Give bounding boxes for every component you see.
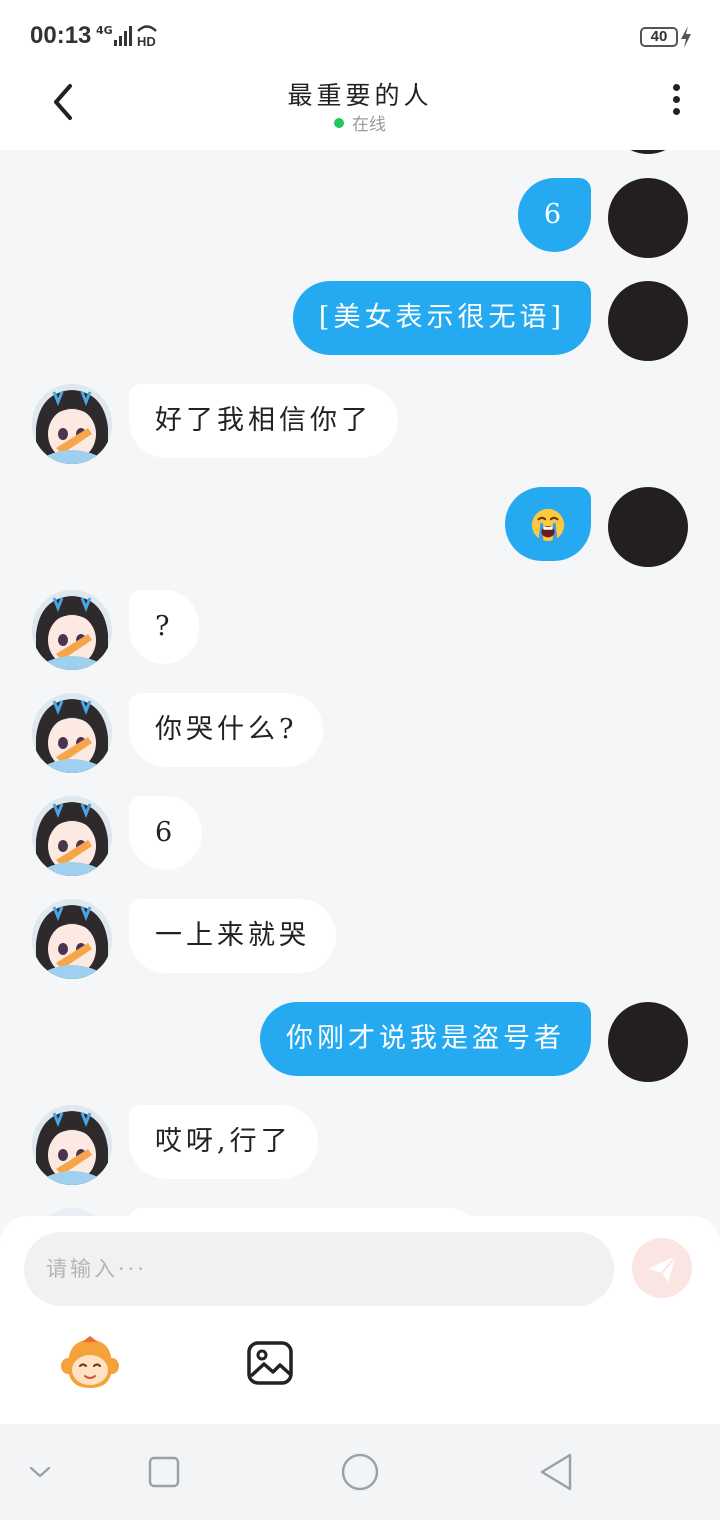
- contact-name: 最重要的人: [287, 81, 433, 110]
- online-dot-icon: [334, 118, 344, 128]
- status-bar: 00:13 4G HD 40: [0, 0, 720, 70]
- message-bubble-outgoing[interactable]: 6: [517, 178, 591, 252]
- contact-avatar[interactable]: [32, 384, 112, 464]
- my-avatar[interactable]: [608, 281, 688, 361]
- online-status-label: 在线: [352, 115, 386, 135]
- my-avatar[interactable]: [608, 1002, 688, 1082]
- my-avatar[interactable]: [608, 487, 688, 567]
- charging-icon: [681, 26, 691, 48]
- collapse-icon[interactable]: [28, 1460, 52, 1484]
- monkey-emoji-icon[interactable]: [60, 1336, 120, 1390]
- message-bubble-partial: [129, 1208, 484, 1216]
- crying-emoji-icon: [531, 508, 565, 543]
- status-time: 00:13: [30, 22, 92, 49]
- nav-back-icon[interactable]: [538, 1452, 574, 1492]
- svg-text:HD: HD: [137, 34, 156, 48]
- online-status: 在线: [0, 110, 720, 135]
- contact-avatar[interactable]: [32, 899, 112, 979]
- recent-apps-icon[interactable]: [148, 1456, 180, 1488]
- send-icon: [648, 1255, 677, 1282]
- contact-avatar[interactable]: [32, 693, 112, 773]
- chat-header: 最重要的人 在线: [0, 70, 720, 150]
- hd-call-icon: HD: [137, 25, 157, 48]
- message-bubble-outgoing[interactable]: 你刚才说我是盗号者: [260, 1002, 591, 1076]
- battery-indicator: 40: [640, 27, 678, 47]
- composer-panel: 请输入···: [0, 1216, 720, 1424]
- contact-avatar[interactable]: [32, 796, 112, 876]
- message-bubble-outgoing[interactable]: [505, 487, 591, 561]
- message-bubble-incoming[interactable]: 一上来就哭: [129, 899, 336, 973]
- contact-avatar[interactable]: [32, 1105, 112, 1185]
- message-bubble-incoming[interactable]: ?: [129, 590, 200, 664]
- home-icon[interactable]: [340, 1452, 380, 1492]
- signal-icon: [114, 26, 132, 46]
- image-icon[interactable]: [246, 1340, 294, 1386]
- message-bubble-incoming[interactable]: 6: [129, 796, 203, 870]
- message-bubble-incoming[interactable]: 哎呀,行了: [129, 1105, 318, 1179]
- system-nav-bar: [0, 1424, 720, 1520]
- message-bubble-outgoing[interactable]: [美女表示很无语]: [292, 281, 591, 355]
- message-input[interactable]: 请输入···: [24, 1232, 614, 1306]
- message-bubble-incoming[interactable]: 你哭什么?: [129, 693, 324, 767]
- contact-avatar[interactable]: [32, 1208, 112, 1216]
- my-avatar[interactable]: [608, 150, 688, 154]
- message-list[interactable]: 6 [美女表示很无语] 好了我相信你了 ? 你哭什么? 6 一上来就哭 你刚才说…: [0, 150, 720, 1216]
- send-button[interactable]: [632, 1238, 692, 1298]
- message-bubble-incoming[interactable]: 好了我相信你了: [129, 384, 398, 458]
- my-avatar[interactable]: [608, 178, 688, 258]
- contact-avatar[interactable]: [32, 590, 112, 670]
- network-type: 4G: [96, 24, 113, 37]
- more-vertical-icon[interactable]: [670, 84, 682, 120]
